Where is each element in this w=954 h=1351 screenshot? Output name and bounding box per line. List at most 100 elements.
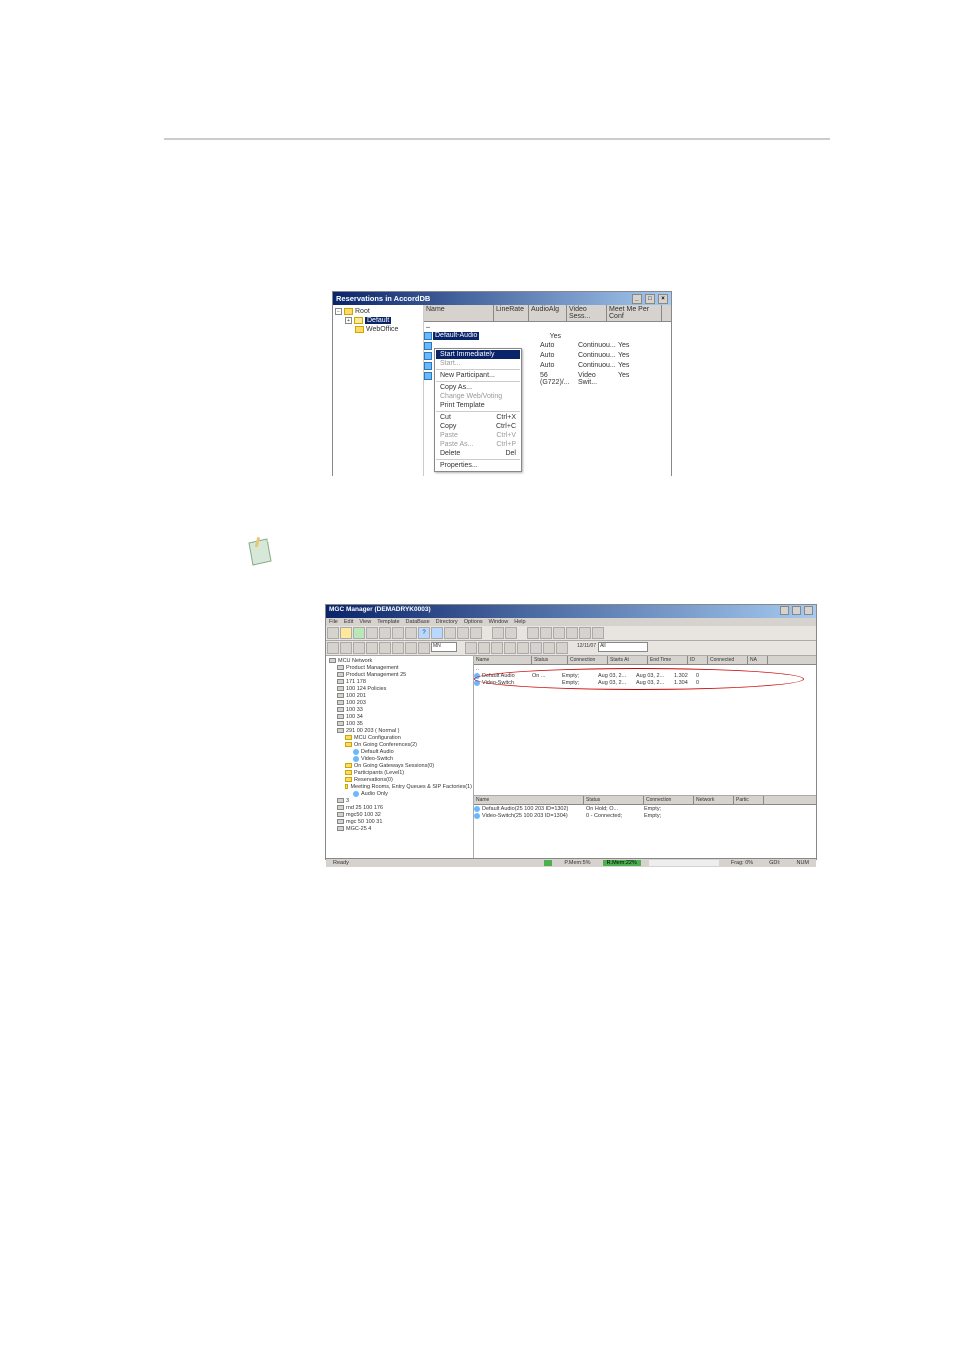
toolbar-button[interactable] [504,642,516,654]
col-endtime[interactable]: End Time [648,656,688,664]
toolbar-button[interactable] [392,627,404,639]
menu-database[interactable]: DataBase [406,619,430,625]
maximize-button[interactable] [792,606,801,615]
col-connection[interactable]: Connection [644,796,694,804]
menu-file[interactable]: File [329,619,338,625]
toolbar-button[interactable] [366,627,378,639]
toolbar-button[interactable] [530,642,542,654]
toolbar-button[interactable] [527,627,539,639]
toolbar-button[interactable] [566,627,578,639]
col-name[interactable]: Name [474,656,532,664]
tree-folder-default[interactable]: Default [365,317,391,324]
toolbar-button[interactable] [543,642,555,654]
toolbar-button[interactable] [392,642,404,654]
toolbar-button[interactable] [457,627,469,639]
col-na[interactable]: NA [748,656,768,664]
up-level[interactable]: .. [424,322,671,331]
menu-copy-as[interactable]: Copy As... [436,383,520,392]
mcu-icon [337,826,344,831]
col-id[interactable]: ID [688,656,708,664]
toolbar-button[interactable] [340,627,352,639]
toolbar-button[interactable] [353,642,365,654]
expand-icon[interactable]: − [335,308,342,315]
toolbar-button[interactable] [366,642,378,654]
col-starts[interactable]: Starts At [608,656,648,664]
menu-help[interactable]: Help [514,619,525,625]
col-status[interactable]: Status [532,656,568,664]
grid-row[interactable]: Video-Switch(25 100 203 ID=1304) 0 - Con… [474,812,816,819]
toolbar-button[interactable] [340,642,352,654]
menu-view[interactable]: View [359,619,371,625]
up-level[interactable]: .. [474,666,481,672]
help-icon[interactable]: ? [418,627,430,639]
menu-new-participant[interactable]: New Participant... [436,371,520,380]
col-connection[interactable]: Connection [568,656,608,664]
menu-cut[interactable]: CutCtrl+X [436,413,520,422]
toolbar-button[interactable] [556,642,568,654]
grid-row[interactable]: Default Audio On ... Empty; Aug 03, 2...… [474,672,816,679]
menu-edit[interactable]: Edit [344,619,353,625]
toolbar-button[interactable] [592,627,604,639]
menu-copy[interactable]: CopyCtrl+C [436,422,520,431]
menu-delete[interactable]: DeleteDel [436,449,520,458]
toolbar-button[interactable] [405,642,417,654]
toolbar-button[interactable] [579,627,591,639]
menu-window[interactable]: Window [489,619,509,625]
toolbar-button[interactable] [478,642,490,654]
col-status[interactable]: Status [584,796,644,804]
filter-dropdown[interactable]: All [598,642,648,652]
folder-tree[interactable]: − Root + Default WebOffice [333,305,424,476]
col-name[interactable]: Name [424,305,494,321]
toolbar-button[interactable] [470,627,482,639]
close-button[interactable]: × [658,294,668,304]
status-frag: Frag: 0% [727,860,757,866]
toolbar-button[interactable] [540,627,552,639]
toolbar-button[interactable] [553,627,565,639]
col-audioalg[interactable]: AudioAlg [529,305,567,321]
col-name[interactable]: Name [474,796,584,804]
toolbar-button[interactable] [379,627,391,639]
maximize-button[interactable]: □ [645,294,655,304]
conferences-grid: Name Status Connection Starts At End Tim… [474,656,816,796]
menu-paste: PasteCtrl+V [436,431,520,440]
toolbar-button[interactable] [491,642,503,654]
col-partic[interactable]: Partic [734,796,764,804]
menu-start-immediately[interactable]: Start Immediately [436,350,520,359]
menu-print-template[interactable]: Print Template [436,401,520,410]
close-button[interactable] [804,606,813,615]
menu-directory[interactable]: Directory [436,619,458,625]
grid-row[interactable]: Video-Switch Empty; Aug 03, 2... Aug 03,… [474,679,816,686]
mname-field[interactable]: MN [431,642,457,652]
menu-properties[interactable]: Properties... [436,461,520,470]
ongoing-conferences[interactable]: On Going Conferences(2) [354,742,417,748]
minimize-button[interactable]: _ [632,294,642,304]
tree-folder-weboffice[interactable]: WebOffice [366,326,398,333]
toolbar-button[interactable] [353,627,365,639]
toolbar-button[interactable] [465,642,477,654]
toolbar-button[interactable] [444,627,456,639]
col-connected[interactable]: Connected [708,656,748,664]
selected-template[interactable]: Default-Audio [433,332,479,340]
toolbar-button[interactable] [327,627,339,639]
menu-template[interactable]: Template [377,619,399,625]
toolbar-button[interactable] [379,642,391,654]
expand-icon[interactable]: + [345,317,352,324]
col-meetme[interactable]: Meet Me Per Conf [607,305,662,321]
toolbar-button[interactable] [405,627,417,639]
grid-row[interactable]: Default Audio(25 100 203 ID=1302) On Hol… [474,805,816,812]
minimize-button[interactable] [780,606,789,615]
toolbar-button[interactable] [327,642,339,654]
network-icon [329,658,336,663]
col-network[interactable]: Network [694,796,734,804]
note-icon [243,535,279,571]
mcu-tree[interactable]: MCU Network Product Management Product M… [326,656,474,858]
tree-root[interactable]: Root [355,308,370,315]
toolbar-button[interactable] [505,627,517,639]
toolbar-button[interactable] [431,627,443,639]
toolbar-button[interactable] [492,627,504,639]
menu-options[interactable]: Options [464,619,483,625]
toolbar-button[interactable] [517,642,529,654]
toolbar-button[interactable] [418,642,430,654]
col-videosess[interactable]: Video Sess... [567,305,607,321]
col-linerate[interactable]: LineRate [494,305,529,321]
